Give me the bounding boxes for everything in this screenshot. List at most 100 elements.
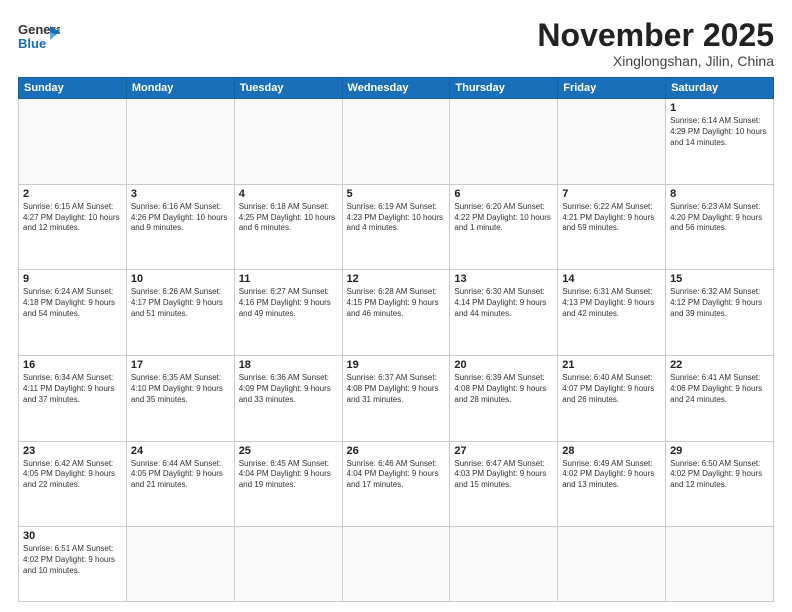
weekday-header-wednesday: Wednesday bbox=[342, 78, 450, 99]
day-number: 15 bbox=[670, 273, 769, 285]
day-number: 8 bbox=[670, 188, 769, 200]
day-cell bbox=[666, 527, 774, 602]
week-row-1: 1Sunrise: 6:14 AM Sunset: 4:29 PM Daylig… bbox=[19, 99, 774, 185]
day-cell: 19 Sunrise: 6:37 AM Sunset: 4:08 PM Dayli… bbox=[342, 356, 450, 442]
day-cell: 12 Sunrise: 6:28 AM Sunset: 4:15 PM Dayli… bbox=[342, 270, 450, 356]
day-info: Sunrise: 6:45 AM Sunset: 4:04 PM Dayligh… bbox=[239, 459, 338, 491]
day-number: 12 bbox=[347, 273, 446, 285]
day-info: Sunrise: 6:20 AM Sunset: 4:22 PM Dayligh… bbox=[454, 202, 553, 234]
title-block: November 2025 Xinglongshan, Jilin, China bbox=[537, 18, 774, 69]
day-cell: 14 Sunrise: 6:31 AM Sunset: 4:13 PM Dayli… bbox=[558, 270, 666, 356]
day-number: 2 bbox=[23, 188, 122, 200]
day-info: Sunrise: 6:42 AM Sunset: 4:05 PM Dayligh… bbox=[23, 459, 122, 491]
day-info: Sunrise: 6:28 AM Sunset: 4:15 PM Dayligh… bbox=[347, 287, 446, 319]
day-cell: 4Sunrise: 6:18 AM Sunset: 4:25 PM Daylig… bbox=[234, 184, 342, 270]
day-cell: 13 Sunrise: 6:30 AM Sunset: 4:14 PM Dayli… bbox=[450, 270, 558, 356]
calendar-title: November 2025 bbox=[537, 18, 774, 53]
week-row-6: 30Sunrise: 6:51 AM Sunset: 4:02 PM Dayli… bbox=[19, 527, 774, 602]
day-info: Sunrise: 6:46 AM Sunset: 4:04 PM Dayligh… bbox=[347, 459, 446, 491]
day-cell: 17 Sunrise: 6:35 AM Sunset: 4:10 PM Dayli… bbox=[126, 356, 234, 442]
day-cell: 7Sunrise: 6:22 AM Sunset: 4:21 PM Daylig… bbox=[558, 184, 666, 270]
day-info: Sunrise: 6:37 AM Sunset: 4:08 PM Dayligh… bbox=[347, 373, 446, 405]
day-number: 20 bbox=[454, 359, 553, 371]
week-row-2: 2 Sunrise: 6:15 AM Sunset: 4:27 PM Daylig… bbox=[19, 184, 774, 270]
day-info: Sunrise: 6:35 AM Sunset: 4:10 PM Dayligh… bbox=[131, 373, 230, 405]
day-cell: 11 Sunrise: 6:27 AM Sunset: 4:16 PM Dayli… bbox=[234, 270, 342, 356]
day-info: Sunrise: 6:40 AM Sunset: 4:07 PM Dayligh… bbox=[562, 373, 661, 405]
day-info: Sunrise: 6:27 AM Sunset: 4:16 PM Dayligh… bbox=[239, 287, 338, 319]
day-number: 24 bbox=[131, 445, 230, 457]
day-cell bbox=[558, 99, 666, 185]
day-number: 19 bbox=[347, 359, 446, 371]
day-cell: 24 Sunrise: 6:44 AM Sunset: 4:05 PM Dayli… bbox=[126, 441, 234, 527]
day-number: 10 bbox=[131, 273, 230, 285]
day-cell: 22Sunrise: 6:41 AM Sunset: 4:06 PM Dayli… bbox=[666, 356, 774, 442]
day-cell: 30Sunrise: 6:51 AM Sunset: 4:02 PM Dayli… bbox=[19, 527, 127, 602]
day-cell: 20Sunrise: 6:39 AM Sunset: 4:08 PM Dayli… bbox=[450, 356, 558, 442]
day-info: Sunrise: 6:16 AM Sunset: 4:26 PM Dayligh… bbox=[131, 202, 230, 234]
day-number: 18 bbox=[239, 359, 338, 371]
day-cell bbox=[126, 527, 234, 602]
day-cell bbox=[450, 527, 558, 602]
day-number: 14 bbox=[562, 273, 661, 285]
day-number: 27 bbox=[454, 445, 553, 457]
day-info: Sunrise: 6:24 AM Sunset: 4:18 PM Dayligh… bbox=[23, 287, 122, 319]
day-cell: 18 Sunrise: 6:36 AM Sunset: 4:09 PM Dayli… bbox=[234, 356, 342, 442]
logo-icon: General Blue bbox=[18, 18, 60, 54]
day-number: 11 bbox=[239, 273, 338, 285]
day-cell bbox=[234, 527, 342, 602]
day-cell: 28Sunrise: 6:49 AM Sunset: 4:02 PM Dayli… bbox=[558, 441, 666, 527]
weekday-header-saturday: Saturday bbox=[666, 78, 774, 99]
day-info: Sunrise: 6:44 AM Sunset: 4:05 PM Dayligh… bbox=[131, 459, 230, 491]
day-cell bbox=[342, 99, 450, 185]
day-number: 3 bbox=[131, 188, 230, 200]
day-info: Sunrise: 6:15 AM Sunset: 4:27 PM Dayligh… bbox=[23, 202, 122, 234]
day-number: 22 bbox=[670, 359, 769, 371]
day-number: 25 bbox=[239, 445, 338, 457]
day-info: Sunrise: 6:19 AM Sunset: 4:23 PM Dayligh… bbox=[347, 202, 446, 234]
day-cell: 15 Sunrise: 6:32 AM Sunset: 4:12 PM Dayli… bbox=[666, 270, 774, 356]
weekday-header-tuesday: Tuesday bbox=[234, 78, 342, 99]
day-info: Sunrise: 6:26 AM Sunset: 4:17 PM Dayligh… bbox=[131, 287, 230, 319]
day-number: 1 bbox=[670, 102, 769, 114]
day-cell: 16 Sunrise: 6:34 AM Sunset: 4:11 PM Dayli… bbox=[19, 356, 127, 442]
header: General Blue November 2025 Xinglongshan,… bbox=[18, 18, 774, 69]
calendar-table: SundayMondayTuesdayWednesdayThursdayFrid… bbox=[18, 77, 774, 602]
day-cell: 25 Sunrise: 6:45 AM Sunset: 4:04 PM Dayli… bbox=[234, 441, 342, 527]
day-info: Sunrise: 6:47 AM Sunset: 4:03 PM Dayligh… bbox=[454, 459, 553, 491]
day-info: Sunrise: 6:32 AM Sunset: 4:12 PM Dayligh… bbox=[670, 287, 769, 319]
day-info: Sunrise: 6:51 AM Sunset: 4:02 PM Dayligh… bbox=[23, 544, 122, 576]
svg-text:Blue: Blue bbox=[18, 36, 46, 51]
day-cell: 1Sunrise: 6:14 AM Sunset: 4:29 PM Daylig… bbox=[666, 99, 774, 185]
calendar-subtitle: Xinglongshan, Jilin, China bbox=[537, 53, 774, 69]
day-number: 13 bbox=[454, 273, 553, 285]
day-info: Sunrise: 6:31 AM Sunset: 4:13 PM Dayligh… bbox=[562, 287, 661, 319]
day-cell: 10 Sunrise: 6:26 AM Sunset: 4:17 PM Dayli… bbox=[126, 270, 234, 356]
day-cell: 6Sunrise: 6:20 AM Sunset: 4:22 PM Daylig… bbox=[450, 184, 558, 270]
day-number: 9 bbox=[23, 273, 122, 285]
day-info: Sunrise: 6:22 AM Sunset: 4:21 PM Dayligh… bbox=[562, 202, 661, 234]
day-cell: 8Sunrise: 6:23 AM Sunset: 4:20 PM Daylig… bbox=[666, 184, 774, 270]
weekday-header-monday: Monday bbox=[126, 78, 234, 99]
day-cell: 29Sunrise: 6:50 AM Sunset: 4:02 PM Dayli… bbox=[666, 441, 774, 527]
day-cell bbox=[342, 527, 450, 602]
day-cell: 27 Sunrise: 6:47 AM Sunset: 4:03 PM Dayli… bbox=[450, 441, 558, 527]
day-info: Sunrise: 6:36 AM Sunset: 4:09 PM Dayligh… bbox=[239, 373, 338, 405]
day-number: 26 bbox=[347, 445, 446, 457]
day-info: Sunrise: 6:18 AM Sunset: 4:25 PM Dayligh… bbox=[239, 202, 338, 234]
day-cell bbox=[450, 99, 558, 185]
day-number: 5 bbox=[347, 188, 446, 200]
day-info: Sunrise: 6:49 AM Sunset: 4:02 PM Dayligh… bbox=[562, 459, 661, 491]
day-number: 17 bbox=[131, 359, 230, 371]
weekday-header-sunday: Sunday bbox=[19, 78, 127, 99]
day-cell bbox=[19, 99, 127, 185]
day-cell bbox=[558, 527, 666, 602]
weekday-header-row: SundayMondayTuesdayWednesdayThursdayFrid… bbox=[19, 78, 774, 99]
day-number: 16 bbox=[23, 359, 122, 371]
day-cell: 23Sunrise: 6:42 AM Sunset: 4:05 PM Dayli… bbox=[19, 441, 127, 527]
day-cell bbox=[126, 99, 234, 185]
day-info: Sunrise: 6:30 AM Sunset: 4:14 PM Dayligh… bbox=[454, 287, 553, 319]
week-row-5: 23Sunrise: 6:42 AM Sunset: 4:05 PM Dayli… bbox=[19, 441, 774, 527]
day-info: Sunrise: 6:34 AM Sunset: 4:11 PM Dayligh… bbox=[23, 373, 122, 405]
day-number: 29 bbox=[670, 445, 769, 457]
